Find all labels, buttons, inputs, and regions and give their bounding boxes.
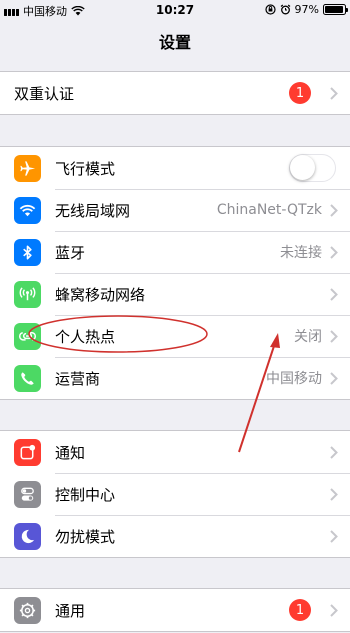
carrier-value: 中国移动 [266,371,322,387]
row-label: 通知 [55,443,86,462]
account-group: 双重认证 1 [0,71,350,115]
chevron-right-icon [330,529,338,543]
general-row[interactable]: 通用 1 [0,589,350,631]
airplane-icon [14,155,41,182]
wifi-icon [14,197,41,224]
bluetooth-status: 未连接 [280,245,322,261]
chevron-right-icon [330,445,338,459]
bluetooth-icon [14,239,41,266]
alarm-icon [280,4,290,15]
network-group: 飞行模式 无线局域网 ChinaNet-QTzk 蓝牙 未连接 蜂窝移动网络 个… [0,146,350,400]
chevron-right-icon [330,287,338,301]
chevron-right-icon [330,371,338,385]
row-label: 飞行模式 [55,159,116,178]
battery-icon [323,4,348,15]
personal-hotspot-row[interactable]: 个人热点 关闭 [0,315,350,357]
notification-badge: 1 [289,82,311,104]
phone-icon [14,365,41,392]
status-right: 97% [264,3,348,16]
row-label: 无线局域网 [55,201,131,220]
do-not-disturb-row[interactable]: 勿扰模式 [0,515,350,557]
two-factor-auth-row[interactable]: 双重认证 1 [0,72,350,114]
notifications-row[interactable]: 通知 [0,431,350,473]
chevron-right-icon [330,245,338,259]
airplane-mode-toggle[interactable] [289,154,336,182]
row-label: 双重认证 [14,84,75,103]
hotspot-status: 关闭 [294,329,322,345]
notifications-group: 通知 控制中心 勿扰模式 [0,430,350,558]
orientation-lock-icon [264,4,276,15]
wifi-row[interactable]: 无线局域网 ChinaNet-QTzk [0,189,350,231]
battery-percent: 97% [294,3,319,16]
hotspot-icon [14,323,41,350]
row-label: 通用 [55,601,86,620]
control-center-icon [14,481,41,508]
airplane-mode-row: 飞行模式 [0,147,350,189]
cellular-icon [14,281,41,308]
control-center-row[interactable]: 控制中心 [0,473,350,515]
wifi-network-name: ChinaNet-QTzk [216,202,322,218]
cellular-row[interactable]: 蜂窝移动网络 [0,273,350,315]
row-label: 蓝牙 [55,243,86,262]
gear-icon [14,597,41,624]
row-label: 勿扰模式 [55,527,116,546]
notification-icon [14,439,41,466]
chevron-right-icon [330,329,338,343]
row-label: 个人热点 [55,327,116,346]
carrier-row[interactable]: 运营商 中国移动 [0,357,350,399]
bluetooth-row[interactable]: 蓝牙 未连接 [0,231,350,273]
status-bar: 中国移动 10:27 97% [0,0,350,20]
page-title: 设置 [158,33,191,52]
row-label: 控制中心 [55,485,116,504]
notification-badge: 1 [289,599,311,621]
row-label: 运营商 [55,369,101,388]
row-label: 蜂窝移动网络 [55,285,146,304]
chevron-right-icon [330,487,338,501]
chevron-right-icon [330,603,338,617]
chevron-right-icon [330,203,338,217]
chevron-right-icon [330,86,338,100]
moon-icon [14,523,41,550]
general-group: 通用 1 [0,588,350,632]
